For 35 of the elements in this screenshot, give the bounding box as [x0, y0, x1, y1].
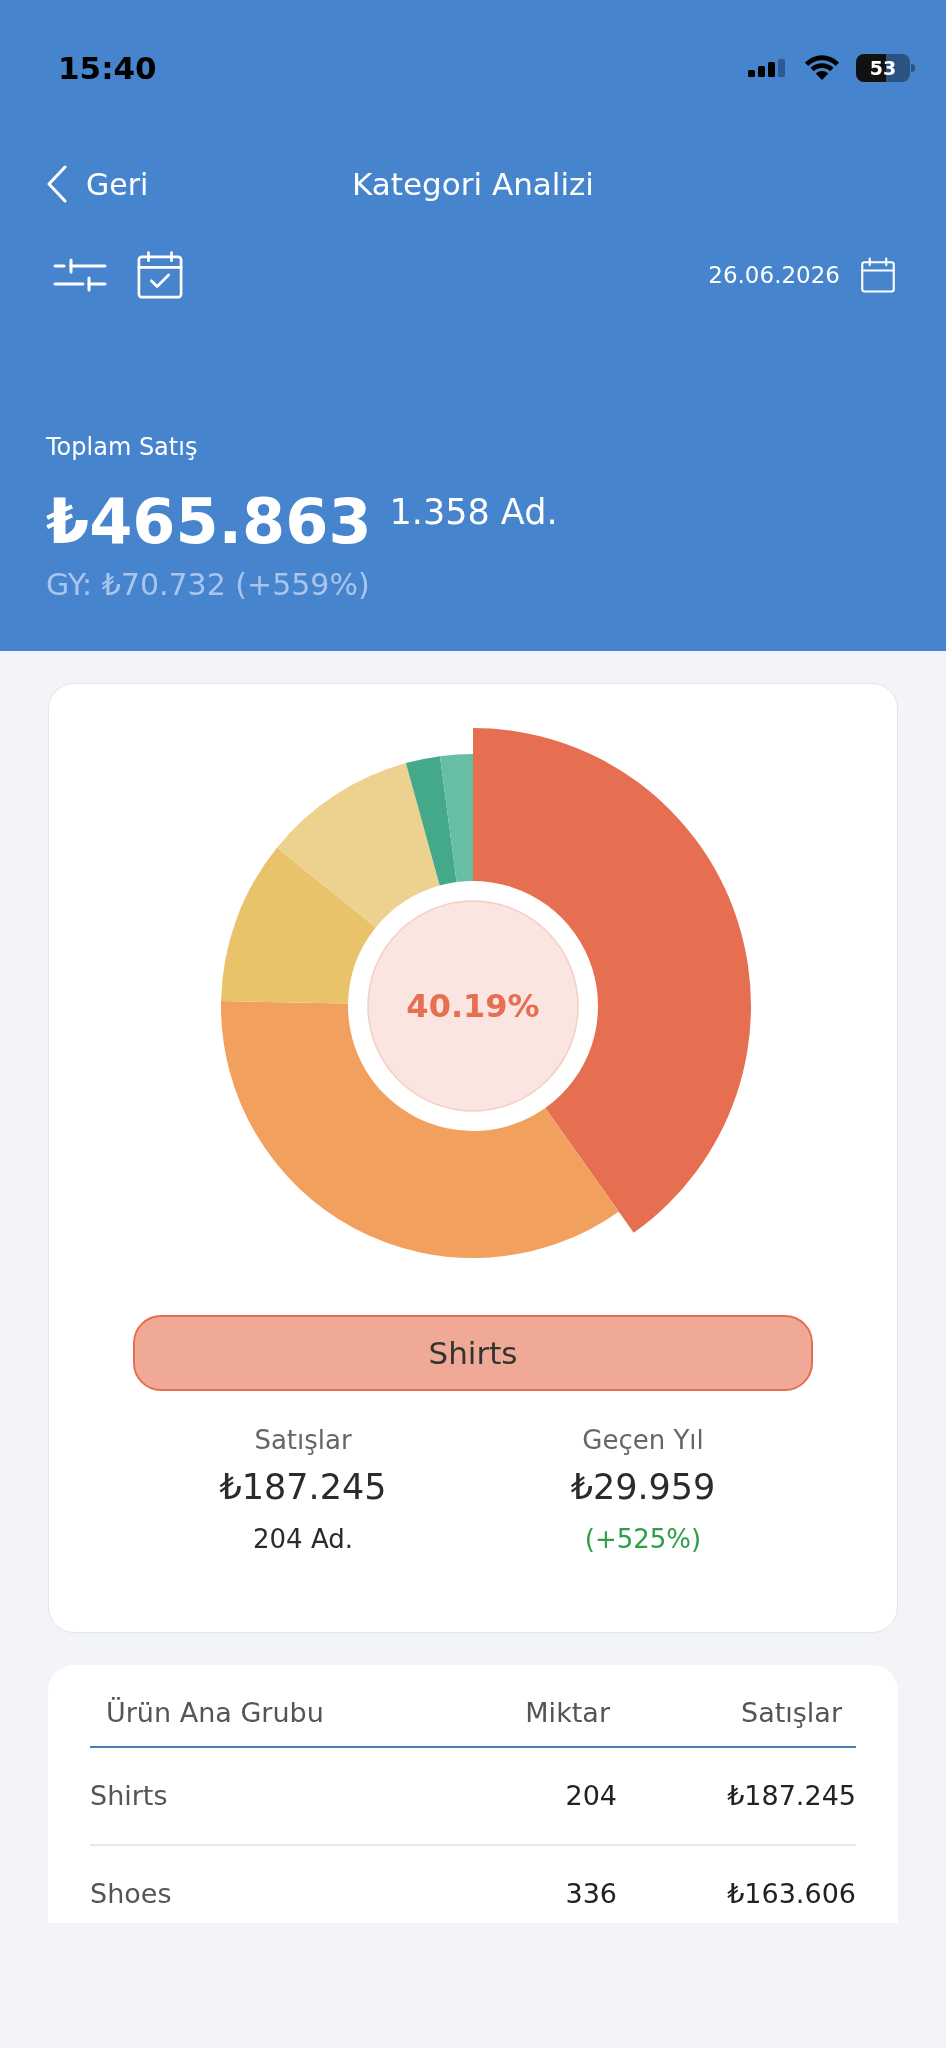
total-quantity: 1.358 Ad. [389, 492, 558, 532]
stat-value: ₺29.959 [570, 1466, 716, 1509]
back-chevron-icon [46, 165, 68, 203]
stat-value: ₺187.245 [219, 1466, 387, 1509]
status-time: 15:40 [58, 50, 157, 86]
table-cell-text: 336 [564, 1877, 617, 1911]
table-cell-text: ₺163.606 [726, 1877, 856, 1911]
column-header: Miktar [524, 1696, 611, 1730]
battery-indicator: 53 [856, 54, 916, 82]
total-sales-amount: ₺465.863 [46, 487, 372, 557]
sliders-icon[interactable] [53, 257, 107, 293]
stat-label: Geçen Yıl [582, 1424, 704, 1457]
calendar-check-icon[interactable] [137, 251, 183, 299]
back-button[interactable]: Geri [46, 165, 149, 203]
table-cell-text: Shoes [90, 1877, 173, 1911]
table-cell-text: 204 [564, 1779, 617, 1813]
donut-slice[interactable] [405, 756, 457, 886]
previous-year-total: GY: ₺70.732 (+559%) [46, 567, 371, 603]
stat-label: Satışlar [254, 1424, 352, 1457]
quantity-value: 204 Ad. [253, 1523, 353, 1556]
date-picker-button[interactable]: 26.06.2026 [708, 257, 896, 293]
screen-title: Kategori Analizi [352, 166, 594, 202]
donut-slice[interactable] [221, 847, 376, 1004]
calendar-icon [860, 257, 896, 293]
table-cell-text: ₺187.245 [726, 1779, 856, 1813]
center-percentage: 40.19% [406, 987, 540, 1025]
wifi-icon [804, 55, 840, 81]
category-pill: Shirts [133, 1315, 813, 1391]
table-cell-text: Shirts [90, 1779, 169, 1813]
change-percentage: (+525%) [584, 1523, 702, 1556]
column-header: Satışlar [740, 1696, 843, 1730]
total-sales-label: Toplam Satış [46, 432, 199, 462]
donut-slice[interactable] [276, 763, 440, 928]
column-header: Ürün Ana Grubu [105, 1696, 325, 1730]
signal-icon [748, 59, 788, 77]
